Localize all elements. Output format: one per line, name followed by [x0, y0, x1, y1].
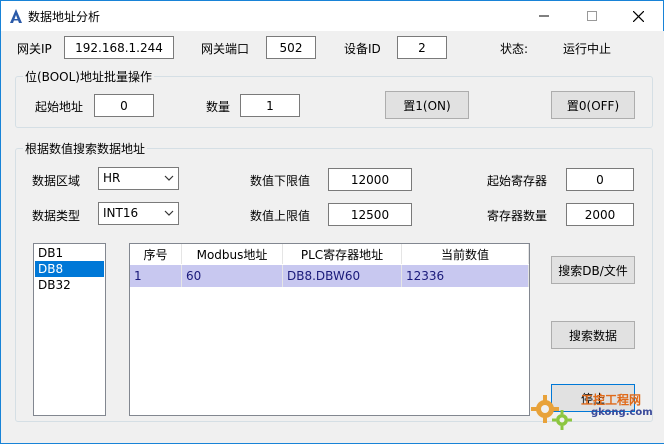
column-header[interactable]: PLC寄存器地址 — [283, 244, 402, 264]
window-title: 数据地址分析 — [28, 10, 101, 24]
table-row[interactable]: 1 60 DB8.DBW60 12336 — [130, 265, 529, 287]
app-logo-icon — [10, 9, 22, 23]
data-type-value: INT16 — [103, 206, 139, 220]
bool-start-input[interactable]: 0 — [94, 94, 154, 117]
data-area-value: HR — [103, 171, 121, 185]
db-list-item[interactable]: DB1 — [35, 245, 104, 261]
set-on-button[interactable]: 置1(ON) — [385, 91, 469, 119]
maximize-icon — [587, 11, 597, 21]
column-header[interactable]: Modbus地址 — [182, 244, 283, 264]
gateway-port-input[interactable]: 502 — [266, 36, 316, 59]
data-type-select[interactable]: INT16 — [98, 202, 179, 225]
search-db-button[interactable]: 搜索DB/文件 — [551, 256, 635, 284]
app-window: 数据地址分析 网关IP 192.168.1.244 网关端口 502 设备ID … — [0, 0, 664, 444]
minimize-button[interactable] — [521, 1, 567, 31]
start-register-label: 起始寄存器 — [487, 174, 548, 188]
close-button[interactable] — [615, 1, 661, 31]
data-area-label: 数据区域 — [32, 174, 81, 188]
gateway-port-label: 网关端口 — [201, 42, 250, 56]
status-label: 状态: — [500, 42, 529, 56]
table-cell: 60 — [182, 265, 283, 287]
table-cell: DB8.DBW60 — [283, 265, 402, 287]
set-off-button[interactable]: 置0(OFF) — [551, 91, 635, 119]
data-area-select[interactable]: HR — [98, 167, 179, 190]
chevron-down-icon — [164, 210, 174, 216]
bool-count-label: 数量 — [206, 100, 231, 114]
close-icon — [632, 10, 644, 22]
column-header[interactable]: 序号 — [130, 244, 182, 264]
bool-count-input[interactable]: 1 — [240, 94, 300, 117]
minimize-icon — [539, 15, 549, 17]
device-id-label: 设备ID — [344, 42, 381, 56]
lower-limit-input[interactable]: 12000 — [328, 168, 412, 191]
gear-logo-icon — [552, 410, 572, 430]
bool-start-label: 起始地址 — [35, 100, 84, 114]
data-type-label: 数据类型 — [32, 209, 81, 223]
gateway-ip-input[interactable]: 192.168.1.244 — [64, 36, 174, 59]
gateway-ip-label: 网关IP — [17, 42, 52, 56]
table-cell: 12336 — [402, 265, 529, 287]
bool-group-title: 位(BOOL)地址批量操作 — [23, 68, 154, 85]
upper-limit-input[interactable]: 12500 — [328, 203, 412, 226]
start-register-input[interactable]: 0 — [566, 168, 634, 191]
db-list-item-selected[interactable]: DB8 — [35, 261, 104, 277]
db-list-item[interactable]: DB32 — [35, 277, 104, 293]
watermark-line2: gkong.com — [591, 407, 653, 418]
title-bar[interactable]: 数据地址分析 — [1, 1, 663, 31]
table-cell: 1 — [130, 265, 182, 287]
table-header: 序号 Modbus地址 PLC寄存器地址 当前数值 — [130, 244, 529, 264]
upper-limit-label: 数值上限值 — [250, 209, 311, 223]
register-count-label: 寄存器数量 — [487, 209, 548, 223]
db-list[interactable]: DB1 DB8 DB32 — [33, 243, 106, 416]
column-header[interactable]: 当前数值 — [402, 244, 529, 264]
search-group-title: 根据数值搜索数据地址 — [23, 140, 148, 157]
register-count-input[interactable]: 2000 — [566, 203, 634, 226]
watermark-line1: 工控工程网 — [581, 393, 642, 407]
chevron-down-icon — [164, 175, 174, 181]
lower-limit-label: 数值下限值 — [250, 174, 311, 188]
watermark: 工控工程网 gkong.com — [529, 381, 663, 441]
status-value: 运行中止 — [563, 42, 612, 56]
results-table[interactable]: 序号 Modbus地址 PLC寄存器地址 当前数值 1 60 DB8.DBW60… — [129, 243, 530, 416]
device-id-input[interactable]: 2 — [397, 36, 447, 59]
maximize-button[interactable] — [569, 1, 615, 31]
search-data-button[interactable]: 搜索数据 — [551, 321, 635, 349]
